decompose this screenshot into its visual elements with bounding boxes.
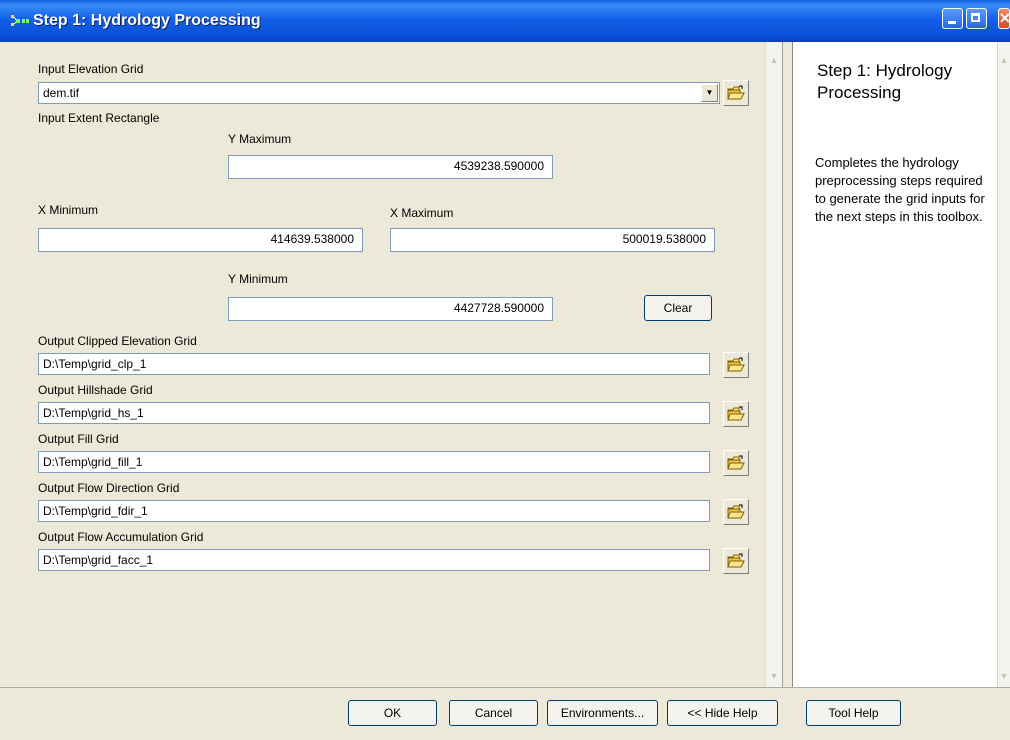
open-folder-icon <box>727 455 745 470</box>
open-folder-icon <box>727 357 745 372</box>
output-clipped-grid-label: Output Clipped Elevation Grid <box>38 334 197 348</box>
browse-hillshade-grid-button[interactable] <box>723 401 749 427</box>
browse-flow-accumulation-grid-button[interactable] <box>723 548 749 574</box>
browse-elevation-button[interactable] <box>723 80 749 106</box>
y-maximum-label: Y Maximum <box>228 132 292 146</box>
hide-help-button[interactable]: << Hide Help <box>667 700 778 726</box>
y-maximum-field[interactable]: 4539238.590000 <box>228 155 553 179</box>
scroll-down-icon[interactable]: ▼ <box>766 668 782 685</box>
browse-flow-direction-grid-button[interactable] <box>723 499 749 525</box>
input-elevation-grid-combo[interactable]: dem.tif ▼ <box>38 82 720 104</box>
input-extent-rectangle-label: Input Extent Rectangle <box>38 111 160 125</box>
x-minimum-field[interactable]: 414639.538000 <box>38 228 363 252</box>
output-flow-direction-grid-label: Output Flow Direction Grid <box>38 481 180 495</box>
x-minimum-label: X Minimum <box>38 203 99 217</box>
dialog-button-bar: OK Cancel Environments... << Hide Help T… <box>0 687 1010 740</box>
output-flow-accumulation-grid-field[interactable]: D:\Temp\grid_facc_1 <box>38 549 710 571</box>
dropdown-arrow-icon[interactable]: ▼ <box>701 84 718 102</box>
parameters-scrollbar[interactable]: ▲ ▼ <box>765 42 782 687</box>
output-hillshade-grid-label: Output Hillshade Grid <box>38 383 153 397</box>
output-hillshade-grid-field[interactable]: D:\Temp\grid_hs_1 <box>38 402 710 424</box>
browse-fill-grid-button[interactable] <box>723 450 749 476</box>
scroll-up-icon[interactable]: ▲ <box>766 52 782 69</box>
output-clipped-grid-field[interactable]: D:\Temp\grid_clp_1 <box>38 353 710 375</box>
help-scroll-down-icon[interactable]: ▼ <box>998 668 1010 685</box>
parameters-pane: Input Elevation Grid dem.tif ▼ Input Ext… <box>10 42 765 687</box>
minimize-icon <box>948 21 956 24</box>
close-button[interactable]: ✕ <box>998 8 1010 29</box>
help-pane: Step 1: Hydrology Processing Completes t… <box>792 42 997 687</box>
output-flow-direction-grid-field[interactable]: D:\Temp\grid_fdir_1 <box>38 500 710 522</box>
close-icon: ✕ <box>999 10 1010 26</box>
toolbox-model-icon <box>11 14 29 28</box>
help-title: Step 1: Hydrology Processing <box>817 61 953 102</box>
y-minimum-label: Y Minimum <box>228 272 288 286</box>
maximize-button[interactable] <box>966 8 987 29</box>
tool-dialog-window: Step 1: Hydrology Processing ✕ Input Ele… <box>0 0 1010 740</box>
help-scrollbar[interactable]: ▲ ▼ <box>997 42 1010 687</box>
output-fill-grid-field[interactable]: D:\Temp\grid_fill_1 <box>38 451 710 473</box>
open-folder-icon <box>727 504 745 519</box>
open-folder-icon <box>727 85 745 100</box>
pane-splitter[interactable] <box>782 42 792 687</box>
open-folder-icon <box>727 553 745 568</box>
help-description: Completes the hydrology preprocessing st… <box>815 155 985 224</box>
output-fill-grid-label: Output Fill Grid <box>38 432 119 446</box>
cancel-button[interactable]: Cancel <box>449 700 538 726</box>
browse-clipped-grid-button[interactable] <box>723 352 749 378</box>
output-flow-accumulation-grid-label: Output Flow Accumulation Grid <box>38 530 204 544</box>
tool-help-button[interactable]: Tool Help <box>806 700 901 726</box>
environments-button[interactable]: Environments... <box>547 700 658 726</box>
ok-button[interactable]: OK <box>348 700 437 726</box>
open-folder-icon <box>727 406 745 421</box>
title-bar[interactable]: Step 1: Hydrology Processing ✕ <box>0 0 1010 42</box>
maximize-icon <box>971 13 980 22</box>
window-title: Step 1: Hydrology Processing <box>33 12 261 29</box>
input-elevation-grid-label: Input Elevation Grid <box>38 62 144 76</box>
minimize-button[interactable] <box>942 8 963 29</box>
y-minimum-field[interactable]: 4427728.590000 <box>228 297 553 321</box>
x-maximum-field[interactable]: 500019.538000 <box>390 228 715 252</box>
input-elevation-grid-value: dem.tif <box>43 86 80 100</box>
x-maximum-label: X Maximum <box>390 206 454 220</box>
help-scroll-up-icon[interactable]: ▲ <box>998 52 1010 69</box>
clear-extent-button[interactable]: Clear <box>644 295 712 321</box>
